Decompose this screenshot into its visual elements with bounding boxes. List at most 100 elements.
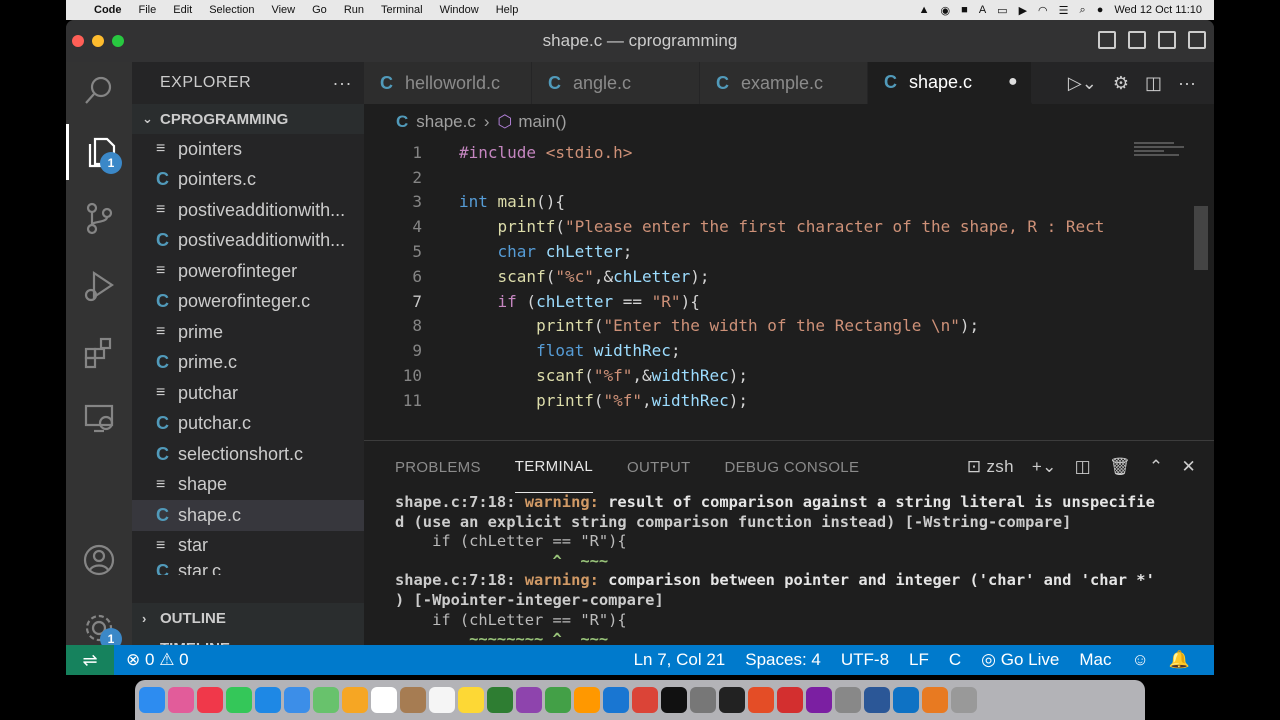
file-item-selected[interactable]: Cshape.c xyxy=(132,500,364,531)
more-actions-icon[interactable]: ··· xyxy=(1178,73,1196,94)
breadcrumb-file[interactable]: shape.c xyxy=(416,112,476,132)
end-of-line[interactable]: LF xyxy=(909,650,929,670)
tab-terminal[interactable]: TERMINAL xyxy=(514,441,594,493)
menu-edit[interactable]: Edit xyxy=(173,4,192,16)
file-item[interactable]: Cputchar.c xyxy=(132,409,364,440)
finder-icon[interactable] xyxy=(139,687,165,713)
tab-helloworld[interactable]: Chelloworld.c xyxy=(364,62,532,104)
contacts-icon[interactable] xyxy=(400,687,426,713)
activity-source-control[interactable] xyxy=(66,190,132,246)
menu-help[interactable]: Help xyxy=(496,4,519,16)
wifi-icon[interactable]: ◠ xyxy=(1038,4,1048,17)
menu-terminal[interactable]: Terminal xyxy=(381,4,423,16)
mail-icon[interactable] xyxy=(284,687,310,713)
language-mode[interactable]: C xyxy=(949,650,961,670)
split-terminal-icon[interactable]: ◫ xyxy=(1075,457,1091,477)
activity-accounts[interactable] xyxy=(66,532,132,588)
vscode-icon[interactable] xyxy=(893,687,919,713)
file-item[interactable]: ≡ shape xyxy=(132,470,364,501)
file-item[interactable]: ≡ postiveadditionwith... xyxy=(132,195,364,226)
platform[interactable]: Mac xyxy=(1079,650,1111,670)
terminal-app-icon[interactable] xyxy=(719,687,745,713)
numbers-icon[interactable] xyxy=(545,687,571,713)
code-line[interactable]: 7 if (chLetter == "R"){ xyxy=(364,289,1124,314)
file-item[interactable]: ≡ pointers xyxy=(132,134,364,165)
activity-search[interactable] xyxy=(66,62,132,118)
podcasts-icon[interactable] xyxy=(516,687,542,713)
downloads-icon[interactable] xyxy=(951,687,977,713)
menu-view[interactable]: View xyxy=(271,4,295,16)
activity-remote-explorer[interactable] xyxy=(66,390,132,446)
encoding[interactable]: UTF-8 xyxy=(841,650,889,670)
record-icon[interactable]: ◉ xyxy=(941,4,951,17)
notifications-bell-icon[interactable]: 🔔 xyxy=(1169,650,1190,670)
code-line[interactable]: 1 #include <stdio.h> xyxy=(364,140,1124,165)
music-icon[interactable] xyxy=(197,687,223,713)
brave-icon[interactable] xyxy=(748,687,774,713)
pages-icon[interactable] xyxy=(574,687,600,713)
split-editor-icon[interactable]: ◫ xyxy=(1145,73,1162,94)
menu-clock[interactable]: Wed 12 Oct 11:10 xyxy=(1114,4,1202,16)
run-debug-dropdown-icon[interactable]: ▷⌄ xyxy=(1068,73,1097,94)
vlc-icon[interactable]: ▲ xyxy=(919,4,930,16)
word-icon[interactable] xyxy=(864,687,890,713)
play-circle-icon[interactable]: ▶ xyxy=(1019,4,1027,17)
problems-indicator[interactable]: ⊗ 0 ⚠ 0 xyxy=(126,650,189,670)
customize-layout-icon[interactable] xyxy=(1188,31,1206,49)
photos-icon[interactable] xyxy=(342,687,368,713)
safari-icon[interactable] xyxy=(255,687,281,713)
remote-indicator-icon[interactable]: ⇌ xyxy=(66,645,114,675)
search-icon[interactable]: ⌕ xyxy=(1080,4,1086,17)
file-item[interactable]: Cselectionshort.c xyxy=(132,439,364,470)
apple-tv-icon[interactable] xyxy=(661,687,687,713)
breadcrumb-symbol[interactable]: main() xyxy=(518,112,566,132)
editor-scrollbar[interactable] xyxy=(1194,206,1208,270)
tab-output[interactable]: OUTPUT xyxy=(627,441,690,493)
minimap[interactable] xyxy=(1130,140,1196,290)
reminders-icon[interactable] xyxy=(429,687,455,713)
code-line[interactable]: 10 scanf("%f",&widthRec); xyxy=(364,363,1124,388)
code-editor[interactable]: 1 #include <stdio.h> 2 3 int main(){4 printf… xyxy=(364,140,1124,440)
calendar-icon[interactable] xyxy=(371,687,397,713)
maps-icon[interactable] xyxy=(313,687,339,713)
code-line[interactable]: 9 float widthRec; xyxy=(364,338,1124,363)
feedback-icon[interactable]: ☺ xyxy=(1131,650,1148,670)
indentation[interactable]: Spaces: 4 xyxy=(745,650,821,670)
keyboard-input-icon[interactable]: A xyxy=(979,4,986,16)
menu-go[interactable]: Go xyxy=(312,4,327,16)
file-item[interactable]: Cpointers.c xyxy=(132,165,364,196)
code-line[interactable]: 11 printf("%f",widthRec); xyxy=(364,388,1124,413)
screen-recorder-icon[interactable] xyxy=(835,687,861,713)
messages-icon[interactable] xyxy=(226,687,252,713)
file-item[interactable]: ≡ powerofinteger xyxy=(132,256,364,287)
tab-shape[interactable]: Cshape.c ● xyxy=(868,62,1032,104)
cursor-position[interactable]: Ln 7, Col 21 xyxy=(634,650,726,670)
outline-header[interactable]: › OUTLINE xyxy=(132,603,364,633)
file-item[interactable]: ≡ star xyxy=(132,531,364,562)
trash-icon[interactable]: 🗑 xyxy=(1109,457,1131,477)
file-item[interactable]: ≡ putchar xyxy=(132,378,364,409)
file-item[interactable]: ≡ prime xyxy=(132,317,364,348)
vlc-icon[interactable] xyxy=(922,687,948,713)
file-item[interactable]: Cpostiveadditionwith... xyxy=(132,226,364,257)
menu-selection[interactable]: Selection xyxy=(209,4,254,16)
go-live-button[interactable]: ◎ Go Live xyxy=(981,650,1059,670)
gear-icon[interactable]: ⚙ xyxy=(1113,73,1129,94)
system-preferences-icon[interactable] xyxy=(690,687,716,713)
activity-explorer[interactable]: 1 xyxy=(66,124,132,180)
toggle-sidebar-icon[interactable] xyxy=(1098,31,1116,49)
project-folder-header[interactable]: ⌄ CPROGRAMMING xyxy=(132,104,364,134)
notes-icon[interactable] xyxy=(458,687,484,713)
activity-run-debug[interactable] xyxy=(66,258,132,314)
app-store-icon[interactable] xyxy=(603,687,629,713)
toggle-panel-icon[interactable] xyxy=(1128,31,1146,49)
activity-extensions[interactable] xyxy=(66,324,132,380)
file-item[interactable]: Cstar.c xyxy=(132,561,364,575)
new-terminal-icon[interactable]: +⌄ xyxy=(1032,457,1057,477)
code-line[interactable]: 2 xyxy=(364,165,1124,190)
tab-problems[interactable]: PROBLEMS xyxy=(395,441,481,493)
more-actions-icon[interactable]: ··· xyxy=(333,73,352,94)
file-item[interactable]: Cprime.c xyxy=(132,348,364,379)
tab-example[interactable]: Cexample.c xyxy=(700,62,868,104)
code-line[interactable]: 4 printf("Please enter the first charact… xyxy=(364,214,1124,239)
